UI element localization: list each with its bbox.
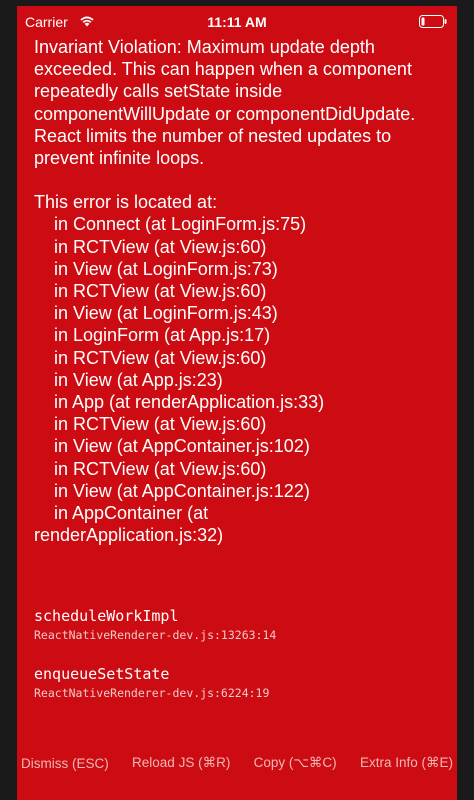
battery-icon xyxy=(419,15,447,28)
copy-button[interactable]: Copy (⌥⌘C) xyxy=(254,755,337,771)
component-stack-line: in RCTView (at View.js:60) xyxy=(54,414,267,435)
error-message: Invariant Violation: Maximum update dept… xyxy=(34,37,421,169)
component-stack-line: in RCTView (at View.js:60) xyxy=(54,458,267,479)
component-stack-line: in RCTView (at View.js:60) xyxy=(54,347,267,368)
call-stack: scheduleWorkImpl ReactNativeRenderer-dev… xyxy=(34,606,449,722)
clock: 11:11 AM xyxy=(207,14,267,30)
component-stack-line: in App (at renderApplication.js:33) xyxy=(54,392,325,413)
component-stack-line: in RCTView (at View.js:60) xyxy=(54,236,267,257)
location-heading: This error is located at: xyxy=(34,192,218,213)
red-box-error-screen: Carrier 11:11 AM Invariant Violation: Ma… xyxy=(17,6,457,800)
stack-frame-method: enqueueSetState xyxy=(34,665,170,683)
component-stack-line: in LoginForm (at App.js:17) xyxy=(54,325,271,346)
stack-frame-method: scheduleWorkImpl xyxy=(34,607,179,625)
error-content: Invariant Violation: Maximum update dept… xyxy=(34,36,449,546)
component-stack-line: in View (at App.js:23) xyxy=(54,369,223,390)
component-stack-line: in View (at AppContainer.js:102) xyxy=(54,436,310,457)
device-frame: Carrier 11:11 AM Invariant Violation: Ma… xyxy=(0,0,474,800)
component-stack-line: in Connect (at LoginForm.js:75) xyxy=(54,214,307,235)
dismiss-button[interactable]: Dismiss (ESC) xyxy=(21,756,109,771)
component-stack-line: in View (at LoginForm.js:73) xyxy=(54,258,278,279)
component-stack-line: in AppContainer (at xyxy=(54,503,209,524)
stack-frame-file: ReactNativeRenderer-dev.js:13263:14 xyxy=(34,628,277,642)
stack-frame[interactable]: enqueueSetState ReactNativeRenderer-dev.… xyxy=(34,664,449,703)
component-stack-line: in View (at LoginForm.js:43) xyxy=(54,303,278,324)
component-stack: This error is located at: in Connect (at… xyxy=(34,191,449,546)
stack-frame-file: ReactNativeRenderer-dev.js:6224:19 xyxy=(34,686,270,700)
status-bar: Carrier 11:11 AM xyxy=(17,6,457,34)
extra-info-button[interactable]: Extra Info (⌘E) xyxy=(360,755,453,771)
stack-frame[interactable]: scheduleWorkImpl ReactNativeRenderer-dev… xyxy=(34,606,449,645)
component-stack-line: in View (at AppContainer.js:122) xyxy=(54,480,310,501)
redbox-toolbar: Dismiss (ESC) Reload JS (⌘R) Copy (⌥⌘C) … xyxy=(17,750,457,776)
component-stack-line: in RCTView (at View.js:60) xyxy=(54,281,267,302)
reload-js-button[interactable]: Reload JS (⌘R) xyxy=(132,755,230,771)
component-stack-line: renderApplication.js:32) xyxy=(34,525,224,546)
